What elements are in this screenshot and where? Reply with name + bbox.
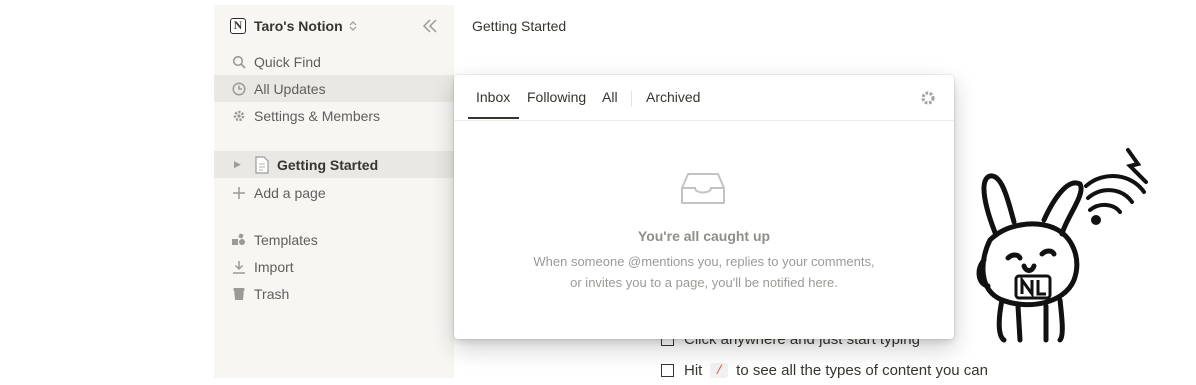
workspace-name: Taro's Notion	[254, 18, 343, 34]
sidebar-item-label: Quick Find	[254, 53, 321, 70]
tab-archived[interactable]: Archived	[646, 89, 700, 105]
tab-all[interactable]: All	[602, 89, 618, 105]
active-tab-indicator	[468, 117, 519, 119]
sidebar-item-settings[interactable]: Settings & Members	[214, 102, 454, 129]
clock-icon	[231, 81, 247, 97]
sidebar: N Taro's Notion Quick Find All Updates S…	[214, 5, 454, 378]
import-icon	[231, 259, 247, 275]
trash-icon	[231, 286, 247, 302]
notion-logo-icon: N	[230, 18, 246, 34]
empty-state-title: You're all caught up	[637, 228, 771, 244]
sidebar-item-label: All Updates	[254, 80, 326, 97]
inline-code: /	[710, 363, 729, 378]
sidebar-item-label: Templates	[254, 231, 318, 248]
chevron-updown-icon	[349, 21, 357, 31]
empty-state-line: or invites you to a page, you'll be noti…	[570, 275, 838, 290]
add-page-button[interactable]: Add a page	[214, 179, 454, 206]
collapse-sidebar-icon[interactable]	[420, 16, 440, 36]
sidebar-item-label: Trash	[254, 285, 290, 302]
tab-inbox[interactable]: Inbox	[476, 89, 510, 105]
empty-state-line: When someone @mentions you, replies to y…	[533, 254, 875, 269]
expand-triangle-icon[interactable]: ▶	[234, 159, 246, 170]
todo-text: Hit	[684, 362, 703, 379]
sidebar-item-all-updates[interactable]: All Updates	[214, 75, 454, 102]
search-icon	[231, 54, 247, 70]
bunny-mascot-illustration	[976, 148, 1148, 343]
breadcrumb[interactable]: Getting Started	[472, 18, 566, 34]
todo-text: to see all the types of content you can	[736, 362, 988, 379]
workspace-switcher[interactable]: N Taro's Notion	[230, 16, 357, 36]
inbox-tray-icon	[681, 173, 725, 204]
gear-icon	[231, 108, 247, 124]
page-icon	[255, 155, 269, 174]
sidebar-item-quick-find[interactable]: Quick Find	[214, 48, 454, 75]
gear-icon[interactable]	[919, 89, 937, 107]
page-label: Getting Started	[277, 156, 379, 173]
sidebar-item-trash[interactable]: Trash	[214, 280, 454, 307]
sidebar-item-templates[interactable]: Templates	[214, 226, 454, 253]
sidebar-item-label: Import	[254, 258, 294, 275]
tab-divider	[631, 91, 632, 107]
todo-line[interactable]: Hit / to see all the types of content yo…	[661, 362, 988, 379]
plus-icon	[231, 185, 247, 201]
sidebar-item-label: Settings & Members	[254, 107, 381, 124]
sidebar-item-import[interactable]: Import	[214, 253, 454, 280]
updates-tabs: Inbox Following All Archived	[454, 75, 954, 121]
tab-following[interactable]: Following	[527, 89, 586, 105]
updates-popup: Inbox Following All Archived You're all …	[454, 75, 954, 339]
templates-icon	[231, 232, 247, 248]
checkbox[interactable]	[661, 364, 674, 377]
add-page-label: Add a page	[254, 184, 326, 201]
empty-state-description: When someone @mentions you, replies to y…	[454, 251, 954, 293]
sidebar-page-getting-started[interactable]: ▶ Getting Started	[214, 151, 454, 178]
